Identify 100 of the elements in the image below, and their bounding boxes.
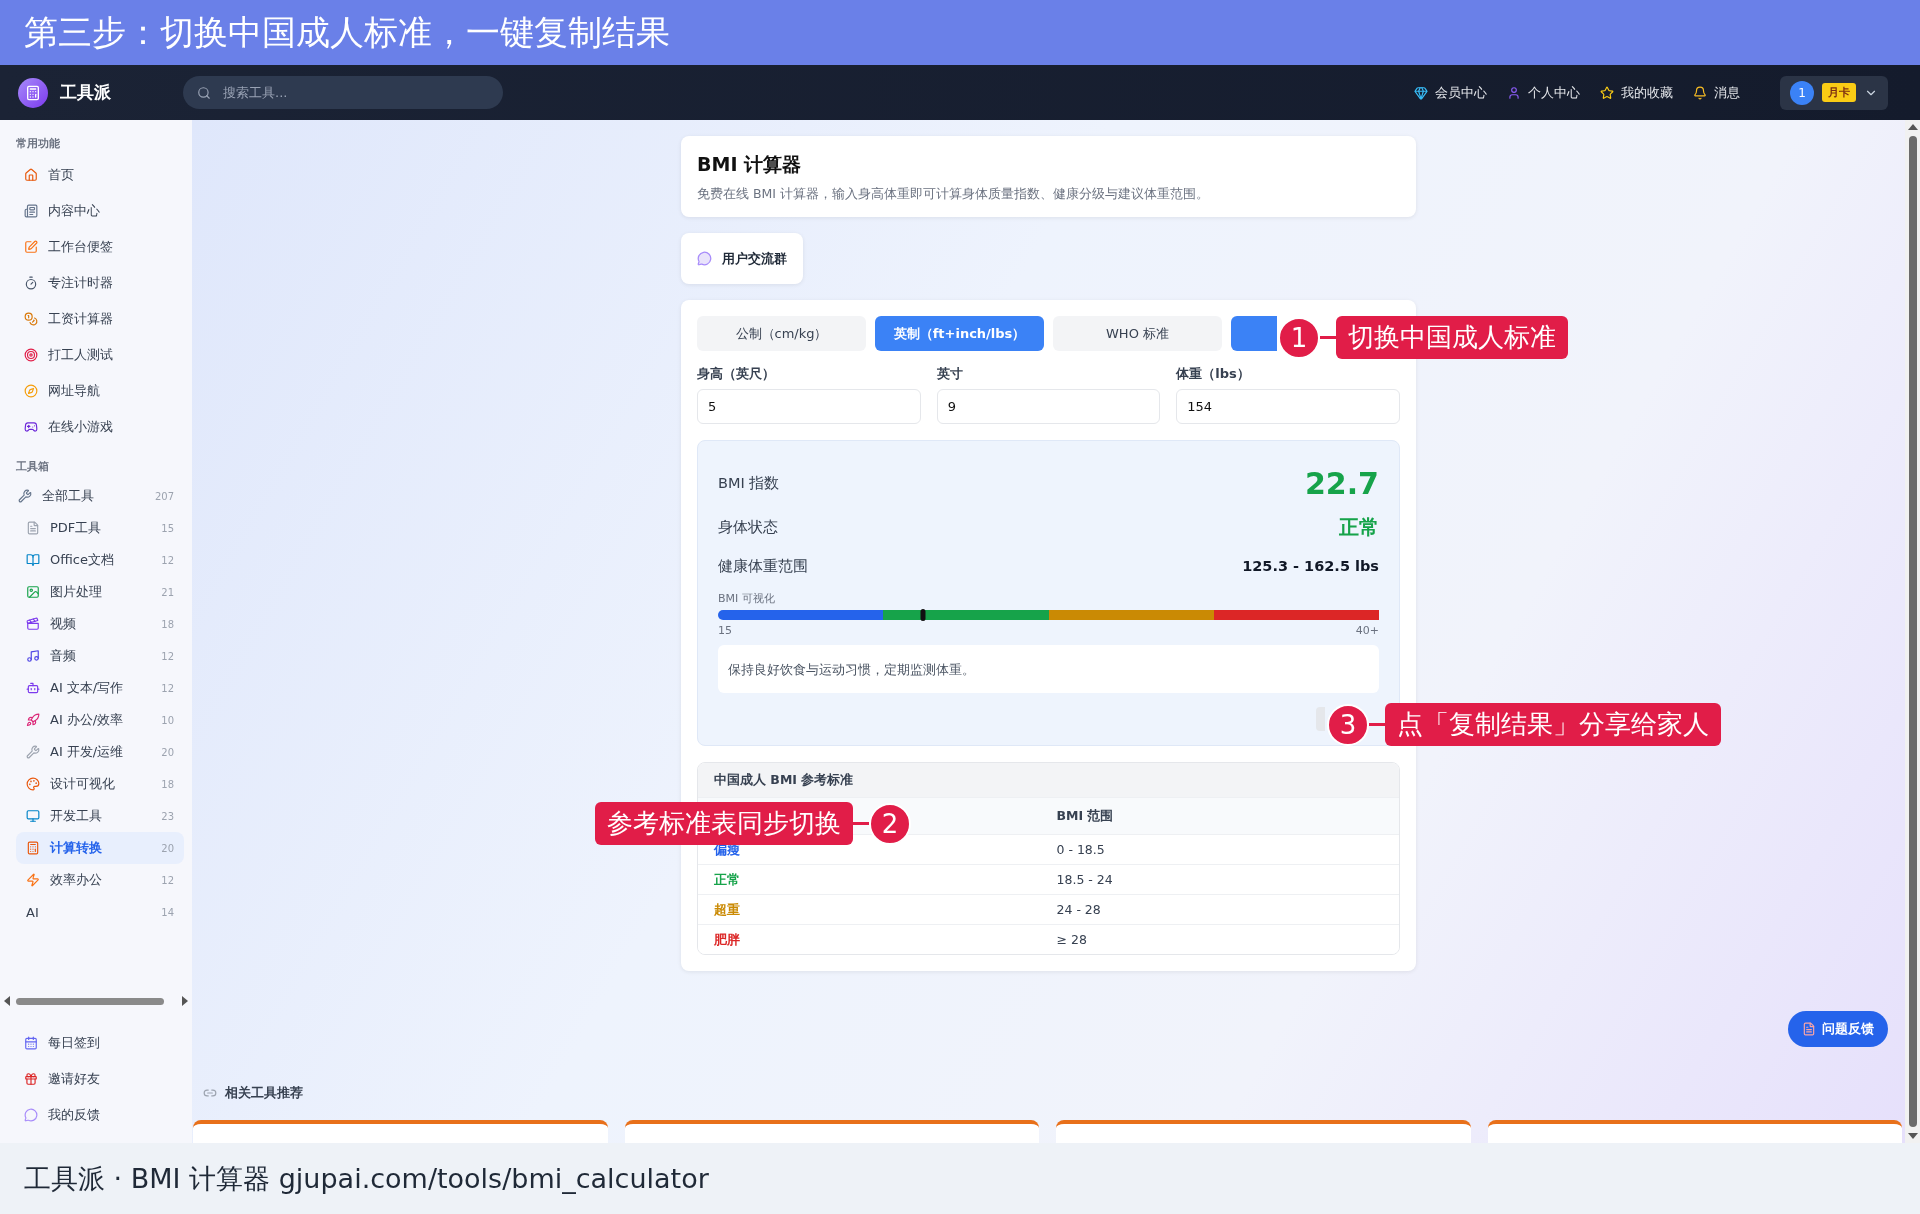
nav-link[interactable]: 消息 [1693, 83, 1740, 102]
standard-tab[interactable]: 公制（cm/kg） [697, 316, 866, 351]
tools-icon [18, 489, 32, 503]
compass-icon [24, 384, 38, 398]
user-menu[interactable]: 1 月卡 [1780, 75, 1888, 110]
music-icon [26, 649, 40, 663]
image-icon [26, 585, 40, 599]
input-field[interactable]: 9 [936, 389, 1161, 424]
table-cell-text: 18.5 - 24 [1056, 872, 1114, 887]
sidebar-item[interactable]: 在线小游戏 [16, 409, 184, 445]
item-count: 14 [161, 906, 174, 918]
annotation-label: 点「复制结果」分享给家人 [1385, 703, 1721, 746]
sidebar-item[interactable]: 首页 [16, 157, 184, 193]
table-cell-text: 正常 [714, 870, 741, 889]
annotation-label: 切换中国成人标准 [1336, 316, 1568, 359]
sidebar-item[interactable]: 每日签到 [16, 1025, 184, 1061]
item-count: 10 [161, 714, 174, 726]
table-cell-text: 肥胖 [714, 930, 741, 949]
sidebar-item[interactable]: 开发工具 23 [16, 800, 184, 832]
item-count: 23 [161, 810, 174, 822]
sidebar-item[interactable]: AI 开发/运维 20 [16, 736, 184, 768]
chat-bubble-icon [697, 251, 712, 266]
sidebar-item[interactable]: 我的反馈 [16, 1097, 184, 1133]
sidebar-item[interactable]: 效率办公 12 [16, 864, 184, 896]
result-label: 健康体重范围 [718, 556, 808, 576]
result-value: 正常 [1339, 513, 1379, 541]
sidebar-item[interactable]: 计算转换 20 [16, 832, 184, 864]
calendar-icon [24, 1036, 38, 1050]
nav-link[interactable]: 我的收藏 [1600, 83, 1673, 102]
lightning-icon [26, 873, 40, 887]
advice-text: 保持良好饮食与运动习惯，定期监测体重。 [728, 662, 975, 677]
item-count: 18 [161, 618, 174, 630]
item-count: 207 [154, 490, 174, 502]
coins-icon [24, 312, 38, 326]
bell-icon [1693, 85, 1707, 100]
tool-card[interactable] [1487, 1120, 1902, 1143]
sidebar-item[interactable]: 打工人测试 [16, 337, 184, 373]
tool-card[interactable] [193, 1120, 608, 1143]
nav-link[interactable]: 个人中心 [1507, 83, 1580, 102]
banner-title: 第三步：切换中国成人标准，一键复制结果 [24, 10, 670, 54]
tool-card[interactable] [624, 1120, 1039, 1143]
community-button[interactable]: 用户交流群 [681, 233, 803, 284]
sidebar-item[interactable]: 工资计算器 [16, 301, 184, 337]
nav-link[interactable]: 会员中心 [1414, 83, 1487, 102]
sidebar-item[interactable]: 视频 18 [16, 608, 184, 640]
item-count: 20 [161, 746, 174, 758]
logo-text: 工具派 [60, 81, 111, 104]
sidebar-item[interactable]: 图片处理 21 [16, 576, 184, 608]
sidebar-item[interactable]: AI 办公/效率 10 [16, 704, 184, 736]
tool-card[interactable] [1056, 1120, 1471, 1143]
book-icon [26, 553, 40, 567]
field-label: 英寸 [936, 365, 964, 383]
chat-bubble-icon [24, 1108, 38, 1122]
calculator-icon [26, 841, 40, 855]
link-icon [203, 1086, 217, 1100]
membership-badge: 月卡 [1822, 83, 1856, 102]
note-icon [24, 240, 38, 254]
sidebar-item[interactable]: 工作台便签 [16, 229, 184, 265]
gamepad-icon [24, 420, 38, 434]
sidebar-item[interactable]: 全部工具 207 [16, 480, 184, 512]
scale-title: BMI 可视化 [718, 591, 776, 606]
sidebar-item[interactable]: 音频 12 [16, 640, 184, 672]
sidebar-item[interactable]: 邀请好友 [16, 1061, 184, 1097]
input-field[interactable]: 5 [697, 389, 921, 424]
table-cell-text: 超重 [714, 900, 741, 919]
caption-text: 工具派 · BMI 计算器 gjupai.com/tools/bmi_calculator [24, 1161, 709, 1196]
user-avatar: 1 [1790, 80, 1814, 105]
standard-tab[interactable]: WHO 标准 [1053, 316, 1222, 351]
target-icon [24, 348, 38, 362]
rocket-icon [26, 713, 40, 727]
feedback-button[interactable]: 问题反馈 [1788, 1011, 1888, 1047]
sidebar-item[interactable]: PDF工具 15 [16, 512, 184, 544]
document-icon [1802, 1022, 1816, 1036]
sidebar-item[interactable]: 网址导航 [16, 373, 184, 409]
section-title: 相关工具推荐 [225, 1084, 303, 1102]
user-icon [1507, 85, 1521, 100]
sidebar-item[interactable]: AI 14 [16, 896, 184, 928]
wrench-icon [26, 745, 40, 759]
standard-tab[interactable]: 英制（ft+inch/lbs） [875, 316, 1044, 351]
sidebar-item[interactable]: Office文档 12 [16, 544, 184, 576]
item-count: 20 [161, 842, 174, 854]
input-field[interactable]: 154 [1176, 389, 1400, 424]
page-description: 免费在线 BMI 计算器，输入身高体重即可计算身体质量指数、健康分级与建议体重范围。 [697, 186, 1210, 203]
robot-icon [26, 681, 40, 695]
sidebar-item[interactable]: 内容中心 [16, 193, 184, 229]
palette-icon [26, 777, 40, 791]
column-header: BMI 范围 [1056, 807, 1115, 825]
result-label: BMI 指数 [718, 473, 780, 493]
sidebar-item[interactable]: AI 文本/写作 12 [16, 672, 184, 704]
table-cell-text: ≥ 28 [1056, 932, 1088, 947]
search-field[interactable]: 搜索工具... [183, 76, 503, 109]
table-cell-text: 0 - 18.5 [1056, 842, 1106, 857]
document-icon [26, 521, 40, 535]
item-count: 12 [161, 650, 174, 662]
vertical-scrollbar[interactable] [1905, 120, 1920, 1143]
sidebar-item[interactable]: 专注计时器 [16, 265, 184, 301]
logo-icon [18, 77, 48, 108]
field-label: 体重（lbs） [1176, 365, 1251, 383]
sidebar-item[interactable]: 设计可视化 18 [16, 768, 184, 800]
newspaper-icon [24, 204, 38, 218]
